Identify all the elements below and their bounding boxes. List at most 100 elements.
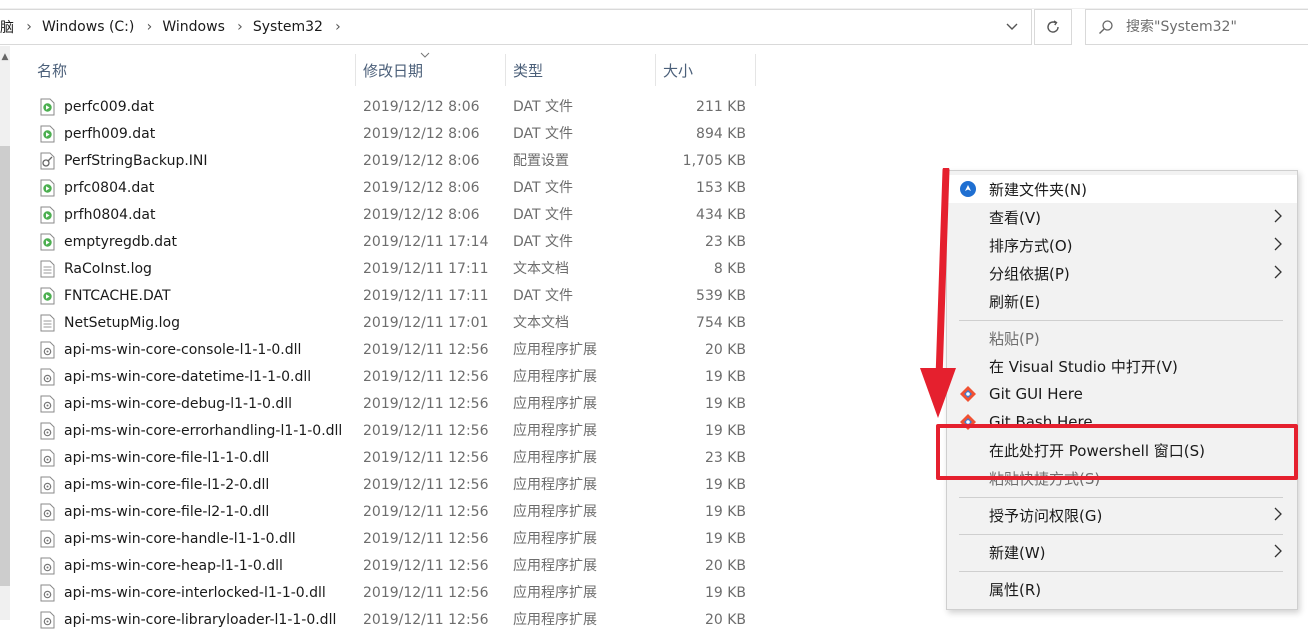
menu-item-label: 属性(R) xyxy=(989,580,1042,599)
table-row[interactable]: api-ms-win-core-libraryloader-l1-1-0.dll… xyxy=(10,607,770,634)
file-type: DAT 文件 xyxy=(513,288,574,304)
table-row[interactable]: api-ms-win-core-file-l1-2-0.dll 2019/12/1… xyxy=(10,472,770,499)
file-size: 20 KB xyxy=(704,612,746,628)
table-row[interactable]: api-ms-win-core-errorhandling-l1-1-0.dll… xyxy=(10,418,770,445)
file-size: 754 KB xyxy=(696,315,746,331)
file-size: 19 KB xyxy=(704,477,746,493)
chevron-right-icon xyxy=(1273,541,1283,565)
menu-item[interactable]: 刷新(E) xyxy=(947,287,1297,315)
file-type: 应用程序扩展 xyxy=(513,450,597,466)
file-type: 文本文档 xyxy=(513,261,569,277)
file-name: api-ms-win-core-errorhandling-l1-1-0.dll xyxy=(64,423,343,439)
window-top-edge xyxy=(0,0,1308,9)
file-modified-date: 2019/12/11 12:56 xyxy=(363,369,489,385)
menu-item-label: 粘贴(P) xyxy=(989,329,1040,348)
breadcrumb-separator-icon[interactable]: › xyxy=(227,19,253,35)
menu-item[interactable]: 查看(V) xyxy=(947,203,1297,231)
refresh-button[interactable] xyxy=(1034,9,1072,45)
table-row[interactable]: api-ms-win-core-heap-l1-1-0.dll 2019/12/1… xyxy=(10,553,770,580)
menu-item[interactable]: 新建文件夹(N) xyxy=(947,175,1297,203)
file-modified-date: 2019/12/11 12:56 xyxy=(363,423,489,439)
menu-item[interactable]: 新建(W) xyxy=(947,538,1297,566)
left-pane-scrollbar[interactable]: ▲ xyxy=(0,46,10,620)
ini-file-icon xyxy=(40,152,55,170)
dll-file-icon xyxy=(40,341,55,359)
file-name: api-ms-win-core-handle-l1-1-0.dll xyxy=(64,531,296,547)
file-modified-date: 2019/12/12 8:06 xyxy=(363,207,480,223)
table-row[interactable]: emptyregdb.dat 2019/12/11 17:14 DAT 文件 23 K… xyxy=(10,229,770,256)
file-name: prfh0804.dat xyxy=(64,207,156,223)
table-row[interactable]: api-ms-win-core-console-l1-1-0.dll 2019/1… xyxy=(10,337,770,364)
menu-item[interactable]: 授予访问权限(G) xyxy=(947,501,1297,529)
file-type: 应用程序扩展 xyxy=(513,342,597,358)
table-row[interactable]: api-ms-win-core-interlocked-l1-1-0.dll 20… xyxy=(10,580,770,607)
table-row[interactable]: NetSetupMig.log 2019/12/11 17:01 文本文档 754 K… xyxy=(10,310,770,337)
breadcrumb-windows[interactable]: Windows xyxy=(162,19,227,35)
menu-item[interactable]: 在 Visual Studio 中打开(V) xyxy=(947,352,1297,380)
menu-item-label: 刷新(E) xyxy=(989,292,1041,311)
breadcrumb-drive-c[interactable]: Windows (C:) xyxy=(42,19,136,35)
menu-item[interactable]: 排序方式(O) xyxy=(947,231,1297,259)
file-type: 应用程序扩展 xyxy=(513,504,597,520)
file-type: 文本文档 xyxy=(513,315,569,331)
search-input[interactable] xyxy=(1126,19,1296,35)
file-name: perfc009.dat xyxy=(64,99,155,115)
menu-item[interactable]: 粘贴(P) xyxy=(947,324,1297,352)
breadcrumb-separator-icon[interactable]: › xyxy=(16,19,42,35)
breadcrumb-this-pc[interactable]: 脑 xyxy=(0,17,16,37)
menu-separator xyxy=(959,534,1283,535)
scroll-up-icon[interactable]: ▲ xyxy=(0,52,10,62)
table-row[interactable]: FNTCACHE.DAT 2019/12/11 17:11 DAT 文件 539 KB xyxy=(10,283,770,310)
table-row[interactable]: prfc0804.dat 2019/12/12 8:06 DAT 文件 153 KB xyxy=(10,175,770,202)
file-modified-date: 2019/12/11 17:14 xyxy=(363,234,489,250)
table-row[interactable]: perfh009.dat 2019/12/12 8:06 DAT 文件 894 KB xyxy=(10,121,770,148)
column-header-name-label: 名称 xyxy=(37,61,68,80)
column-divider[interactable] xyxy=(755,54,756,86)
chevron-down-icon[interactable] xyxy=(999,10,1025,44)
menu-item[interactable]: Git GUI Here xyxy=(947,380,1297,408)
annotation-arrow-icon xyxy=(920,168,956,418)
scrollbar-thumb[interactable] xyxy=(0,146,10,586)
table-row[interactable]: PerfStringBackup.INI 2019/12/12 8:06 配置设置 1… xyxy=(10,148,770,175)
table-row[interactable]: RaCoInst.log 2019/12/11 17:11 文本文档 8 KB xyxy=(10,256,770,283)
address-bar[interactable]: 脑 › Windows (C:) › Windows › System32 › xyxy=(0,9,1032,45)
file-modified-date: 2019/12/11 12:56 xyxy=(363,585,489,601)
file-modified-date: 2019/12/11 17:11 xyxy=(363,261,489,277)
table-row[interactable]: perfc009.dat 2019/12/12 8:06 DAT 文件 211 KB xyxy=(10,94,770,121)
dll-file-icon xyxy=(40,611,55,629)
dll-file-icon xyxy=(40,368,55,386)
column-header-name[interactable]: 名称 xyxy=(30,52,356,88)
file-name: api-ms-win-core-file-l1-1-0.dll xyxy=(64,450,270,466)
dll-file-icon xyxy=(40,476,55,494)
table-row[interactable]: api-ms-win-core-debug-l1-1-0.dll 2019/12/… xyxy=(10,391,770,418)
file-type: 配置设置 xyxy=(513,153,569,169)
git-icon xyxy=(959,385,977,403)
table-row[interactable]: api-ms-win-core-file-l1-1-0.dll 2019/12/1… xyxy=(10,445,770,472)
breadcrumb-separator-icon[interactable]: › xyxy=(136,19,162,35)
chevron-right-icon xyxy=(1273,262,1283,286)
search-box[interactable] xyxy=(1085,9,1308,45)
menu-separator xyxy=(959,497,1283,498)
file-modified-date: 2019/12/11 12:56 xyxy=(363,558,489,574)
table-row[interactable]: api-ms-win-core-file-l2-1-0.dll 2019/12/1… xyxy=(10,499,770,526)
file-modified-date: 2019/12/11 17:01 xyxy=(363,315,489,331)
file-type: 应用程序扩展 xyxy=(513,558,597,574)
menu-item[interactable]: 分组依据(P) xyxy=(947,259,1297,287)
breadcrumb-separator-icon[interactable]: › xyxy=(325,19,351,35)
file-type: 应用程序扩展 xyxy=(513,477,597,493)
column-header-date[interactable]: 修改日期 xyxy=(356,52,506,88)
menu-item[interactable]: 属性(R) xyxy=(947,575,1297,603)
menu-separator xyxy=(959,320,1283,321)
table-row[interactable]: prfh0804.dat 2019/12/12 8:06 DAT 文件 434 KB xyxy=(10,202,770,229)
context-menu: 新建文件夹(N) 查看(V) 排序方式(O) 分组依据(P) 刷新(E) 粘贴(P) 在 V… xyxy=(946,170,1298,610)
breadcrumb-system32[interactable]: System32 xyxy=(253,19,325,35)
table-row[interactable]: api-ms-win-core-handle-l1-1-0.dll 2019/12… xyxy=(10,526,770,553)
menu-item-label: 查看(V) xyxy=(989,208,1041,227)
menu-item-label: 在 Visual Studio 中打开(V) xyxy=(989,357,1178,376)
column-header-size[interactable]: 大小 xyxy=(656,52,756,88)
file-modified-date: 2019/12/11 12:56 xyxy=(363,612,489,628)
file-modified-date: 2019/12/12 8:06 xyxy=(363,126,480,142)
table-row[interactable]: api-ms-win-core-datetime-l1-1-0.dll 2019/… xyxy=(10,364,770,391)
column-header-type[interactable]: 类型 xyxy=(506,52,656,88)
file-name: api-ms-win-core-datetime-l1-1-0.dll xyxy=(64,369,312,385)
